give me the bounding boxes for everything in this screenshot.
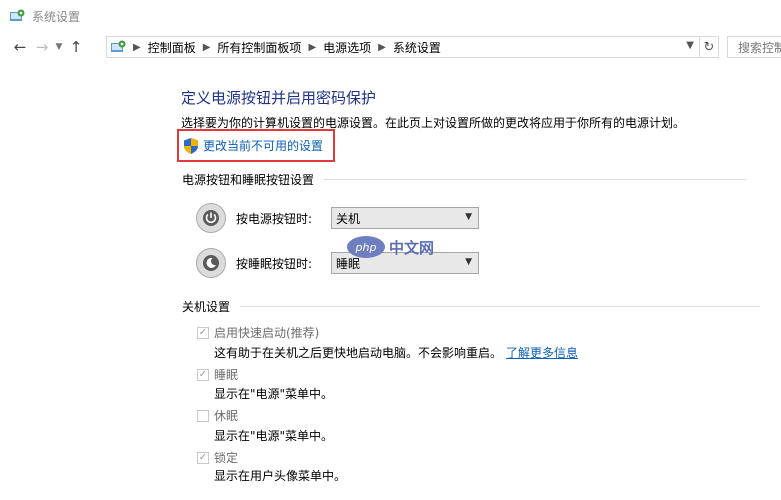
watermark-text: 中文网: [389, 238, 435, 257]
breadcrumb-item[interactable]: 电源选项: [323, 39, 371, 56]
learn-more-link[interactable]: 了解更多信息: [506, 346, 578, 360]
control-panel-icon: [10, 9, 25, 21]
navigation-bar: ← → ▼ ↑ ▶ 控制面板 ▶ 所有控制面板项 ▶ 电源选项 ▶ 系统设置 ▼…: [0, 34, 781, 60]
address-bar[interactable]: ▶ 控制面板 ▶ 所有控制面板项 ▶ 电源选项 ▶ 系统设置 ▼: [106, 36, 700, 58]
breadcrumb-separator-icon: ▶: [133, 41, 141, 53]
sleep-checkbox[interactable]: ✓: [197, 368, 209, 381]
breadcrumb-item[interactable]: 系统设置: [393, 39, 441, 56]
fast-startup-checkbox[interactable]: ✓: [197, 326, 209, 339]
page-title: 定义电源按钮并启用密码保护: [181, 89, 377, 107]
search-input[interactable]: 搜索控制: [727, 36, 781, 58]
chevron-down-icon: ▼: [465, 257, 472, 267]
hibernate-checkbox[interactable]: [197, 409, 209, 422]
chevron-down-icon: ▼: [465, 212, 472, 222]
section-title: 电源按钮和睡眠按钮设置: [182, 173, 315, 187]
change-settings-label[interactable]: 更改当前不可用的设置: [203, 137, 323, 154]
sleep-option-description: 显示在"电源"菜单中。: [214, 387, 334, 401]
power-button-label: 按电源按钮时:: [236, 211, 313, 226]
sleep-option: ✓ 睡眠: [197, 366, 238, 383]
fast-startup-description: 这有助于在关机之后更快地启动电脑。不会影响重启。 了解更多信息: [214, 344, 578, 361]
sleep-button-label: 按睡眠按钮时:: [236, 256, 313, 271]
title-bar: 系统设置: [0, 0, 781, 32]
breadcrumb-separator-icon[interactable]: ▶: [203, 42, 211, 53]
address-dropdown-icon[interactable]: ▼: [686, 40, 694, 51]
sleep-option-label: 睡眠: [214, 368, 239, 382]
section-divider: [240, 306, 761, 307]
watermark-badge: php: [347, 236, 385, 258]
control-panel-icon: [111, 40, 126, 52]
hibernate-option-label: 休眠: [214, 409, 239, 423]
lock-option-label: 锁定: [214, 451, 239, 465]
hibernate-option-description: 显示在"电源"菜单中。: [214, 429, 334, 443]
watermark-logo: php 中文网: [347, 236, 434, 258]
arrow-right-icon[interactable]: →: [31, 36, 53, 58]
sleep-icon: [196, 248, 226, 278]
section-title: 关机设置: [182, 300, 231, 314]
power-icon: [196, 203, 226, 233]
hibernate-option: 休眠: [197, 407, 238, 424]
fast-startup-label: 启用快速启动(推荐): [214, 326, 320, 340]
refresh-icon[interactable]: ↻: [700, 36, 719, 58]
power-button-select[interactable]: 关机 ▼: [331, 207, 479, 229]
chevron-down-icon[interactable]: ▼: [53, 36, 65, 58]
breadcrumb-item[interactable]: 所有控制面板项: [217, 39, 301, 56]
power-button-row: 按电源按钮时: 关机 ▼: [196, 203, 479, 233]
fast-startup-text: 这有助于在关机之后更快地启动电脑。不会影响重启。: [214, 346, 503, 360]
lock-checkbox[interactable]: ✓: [197, 451, 209, 464]
fast-startup-option: ✓ 启用快速启动(推荐): [197, 324, 319, 341]
window-title: 系统设置: [32, 9, 81, 24]
breadcrumb-item[interactable]: 控制面板: [148, 39, 196, 56]
lock-option-description: 显示在用户头像菜单中。: [214, 469, 347, 483]
arrow-left-icon[interactable]: ←: [9, 36, 31, 58]
section-divider: [324, 179, 748, 180]
lock-option: ✓ 锁定: [197, 449, 238, 466]
power-button-value: 关机: [336, 211, 361, 226]
change-settings-link[interactable]: 更改当前不可用的设置: [177, 129, 335, 162]
arrow-up-icon[interactable]: ↑: [65, 36, 87, 58]
breadcrumb-separator-icon[interactable]: ▶: [378, 42, 386, 53]
breadcrumb-separator-icon[interactable]: ▶: [308, 42, 316, 53]
sleep-button-row: 按睡眠按钮时: 睡眠 ▼: [196, 248, 479, 278]
button-settings-header: 电源按钮和睡眠按钮设置: [182, 171, 748, 188]
shutdown-settings-header: 关机设置: [182, 298, 761, 315]
uac-shield-icon: [184, 137, 198, 154]
main-content: 定义电源按钮并启用密码保护 选择要为你的计算机设置的电源设置。在此页上对设置所做…: [0, 60, 781, 500]
